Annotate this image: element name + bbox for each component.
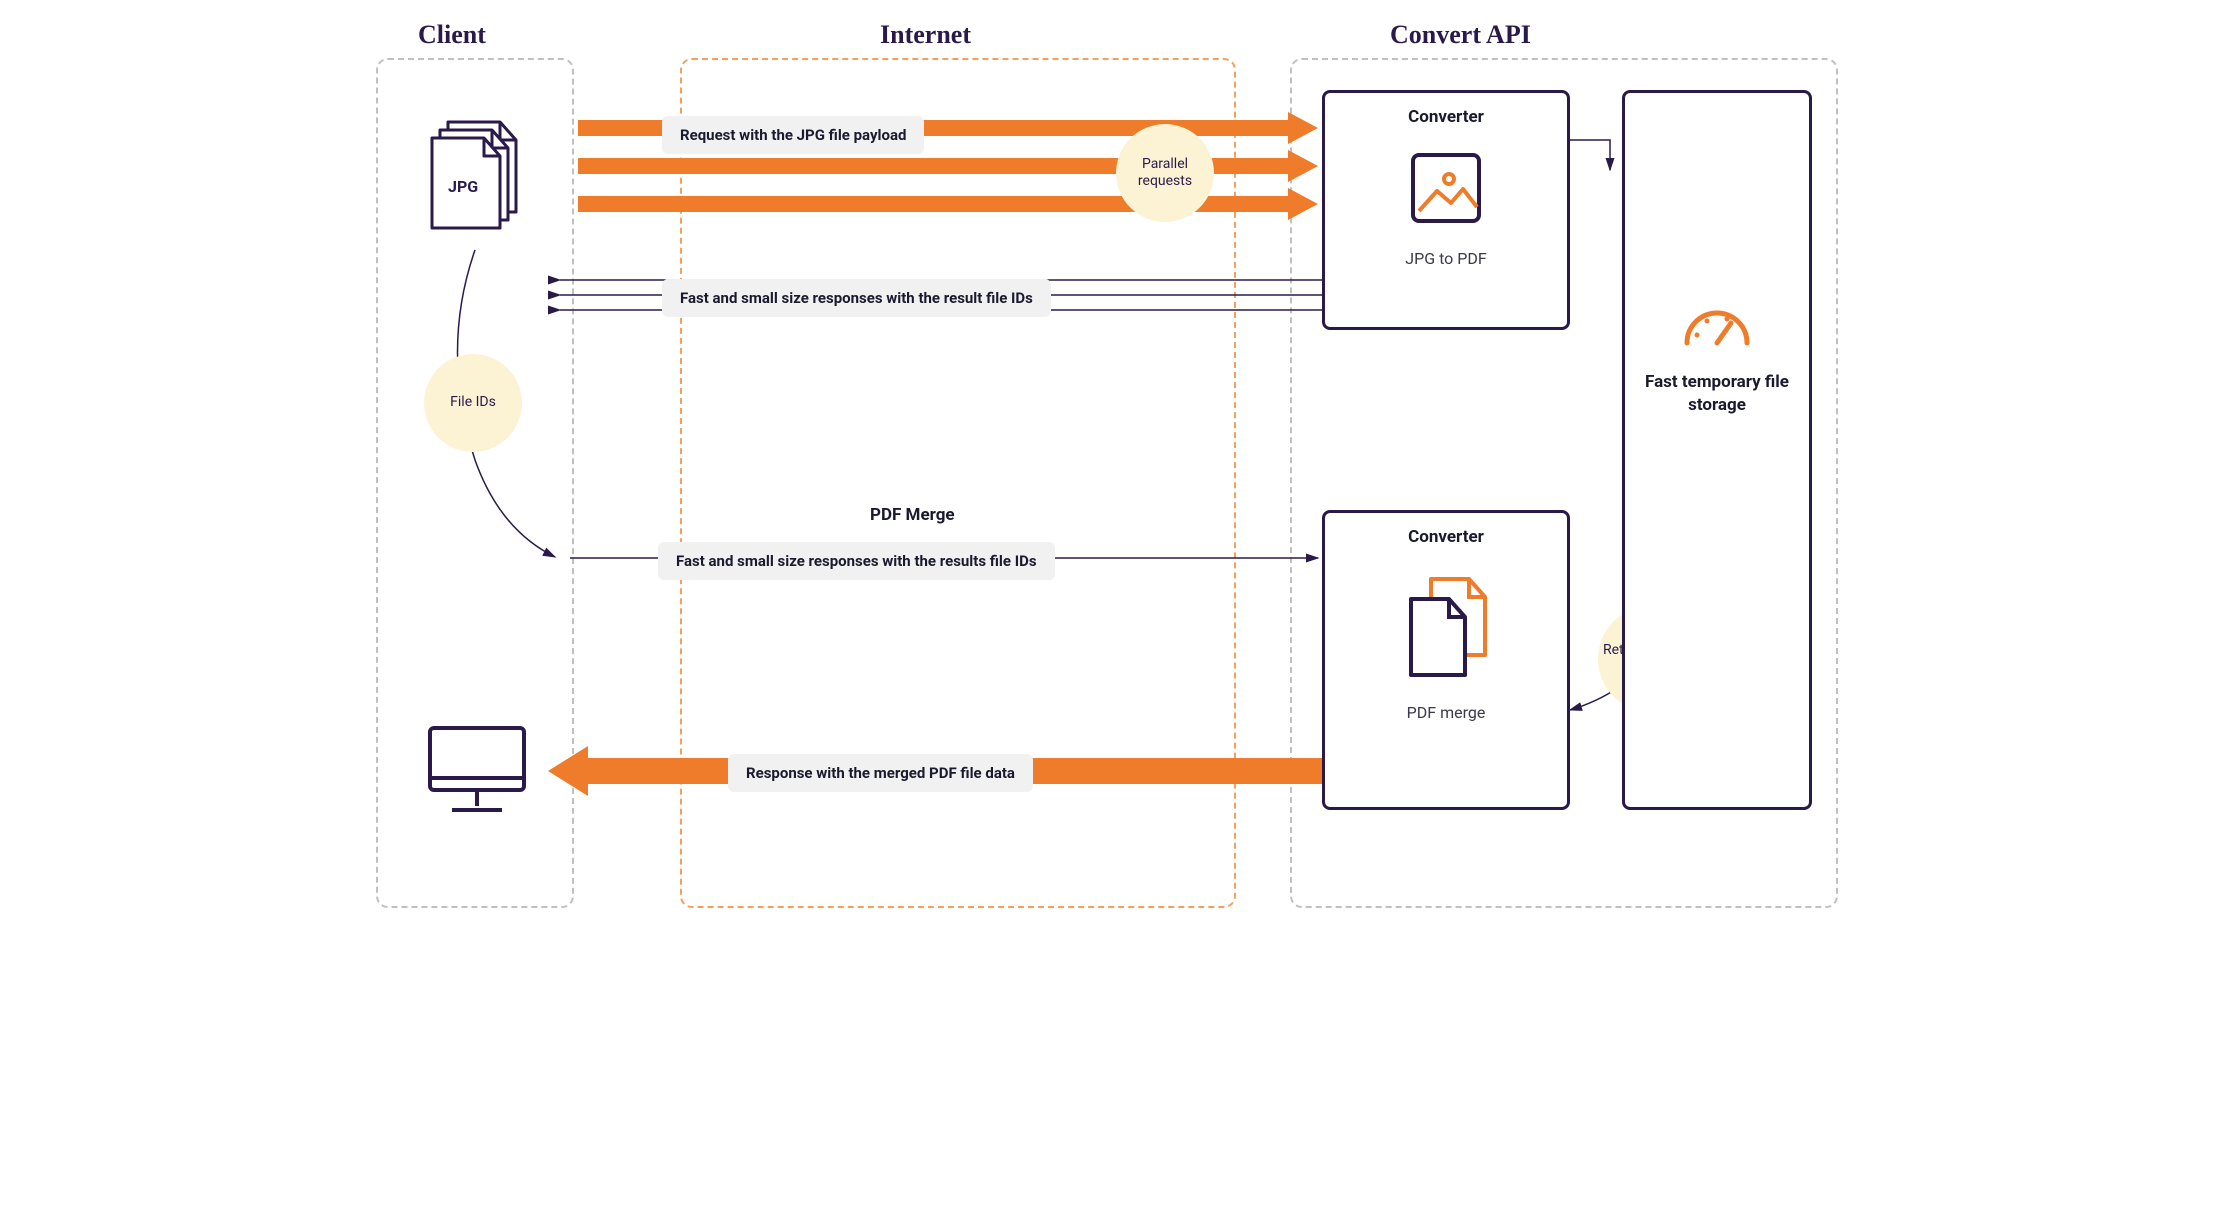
pdf-merge-title: PDF Merge [870, 505, 955, 525]
storage-title: Fast temporary file storage [1625, 371, 1809, 417]
documents-merge-icon [1391, 565, 1501, 685]
temp-file-storage: Fast temporary file storage [1622, 90, 1812, 810]
converter-jpg-to-pdf: Converter JPG to PDF [1322, 90, 1570, 330]
label-resp-ids: Fast and small size responses with the r… [662, 279, 1051, 317]
converter1-title: Converter [1325, 107, 1567, 127]
converter-pdf-merge: Converter PDF merge [1322, 510, 1570, 810]
label-req-merge: Fast and small size responses with the r… [658, 542, 1055, 580]
converter2-title: Converter [1325, 527, 1567, 547]
svg-text:JPG: JPG [448, 177, 478, 196]
col-title-client: Client [418, 20, 486, 50]
monitor-icon [422, 720, 532, 820]
col-title-internet: Internet [880, 20, 971, 50]
circle-fileids: File IDs [424, 354, 522, 452]
jpg-files-icon: JPG [422, 116, 532, 236]
image-icon [1401, 143, 1491, 233]
col-title-api: Convert API [1390, 20, 1531, 50]
gauge-icon [1677, 293, 1757, 353]
architecture-diagram: Client Internet Convert API JPG [370, 20, 1844, 920]
label-req-payload: Request with the JPG file payload [662, 116, 924, 154]
circle-parallel: Parallel requests [1116, 124, 1214, 222]
converter1-sub: JPG to PDF [1325, 249, 1567, 268]
converter2-sub: PDF merge [1325, 703, 1567, 722]
label-resp-merged: Response with the merged PDF file data [728, 754, 1033, 792]
